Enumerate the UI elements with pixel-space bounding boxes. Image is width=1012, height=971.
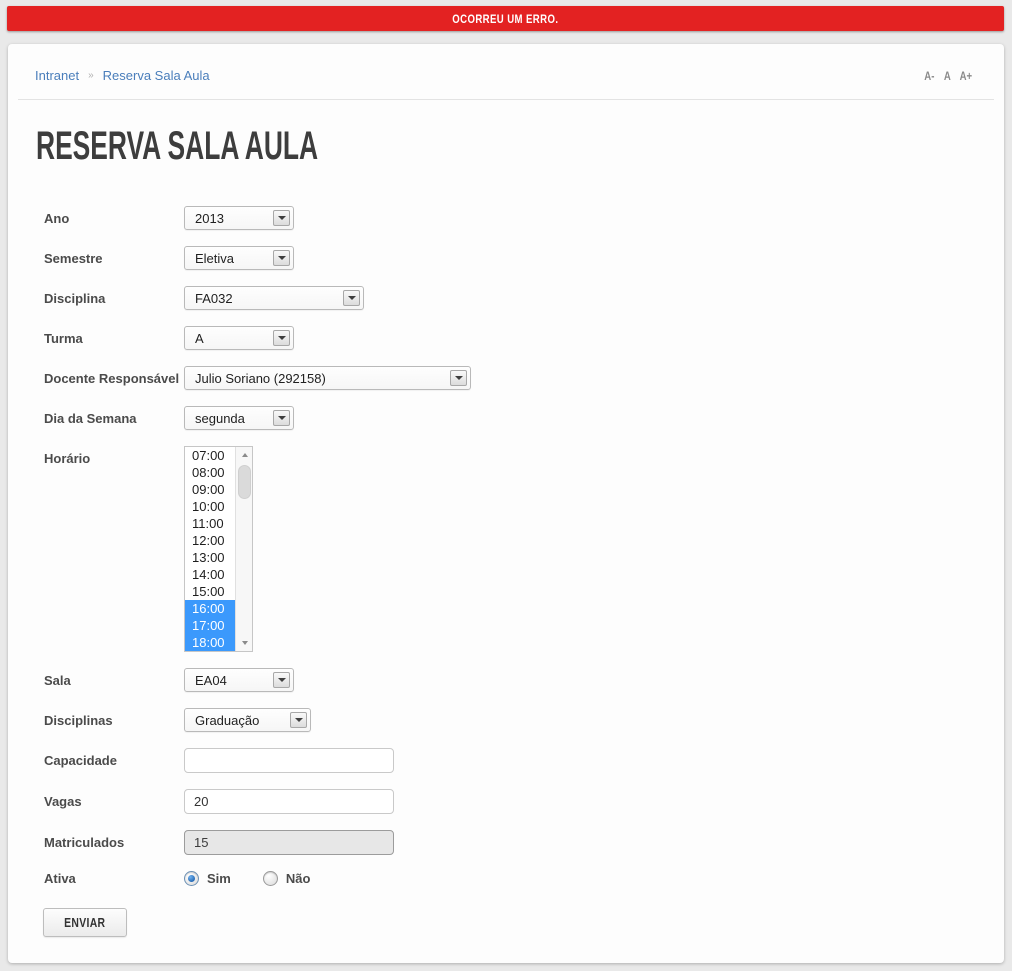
breadcrumb-bar: Intranet » Reserva Sala Aula A- A A+ (8, 44, 1004, 99)
disciplinas-select[interactable]: Graduação (184, 708, 311, 732)
chevron-down-icon (273, 330, 290, 346)
docente-select[interactable]: Julio Soriano (292158) (184, 366, 471, 390)
horario-label: Horário (44, 446, 184, 466)
chevron-down-icon (273, 250, 290, 266)
semestre-select[interactable]: Eletiva (184, 246, 294, 270)
semestre-label: Semestre (44, 251, 184, 266)
chevron-down-icon (343, 290, 360, 306)
field-row-dia-semana: Dia da Semana segunda (36, 406, 1004, 430)
disciplina-label: Disciplina (44, 291, 184, 306)
horario-option[interactable]: 09:00 (185, 481, 235, 498)
chevron-down-icon (290, 712, 307, 728)
horario-option[interactable]: 15:00 (185, 583, 235, 600)
docente-label: Docente Responsável (44, 371, 184, 386)
ativa-nao-label: Não (286, 871, 311, 886)
horario-option-selected[interactable]: 16:00 (185, 600, 235, 617)
main-card: Intranet » Reserva Sala Aula A- A A+ RES… (8, 44, 1004, 963)
vagas-input[interactable] (184, 789, 394, 814)
font-size-controls: A- A A+ (923, 69, 974, 83)
font-larger-button[interactable]: A+ (960, 69, 973, 83)
docente-select-value: Julio Soriano (292158) (195, 371, 326, 386)
ano-select-value: 2013 (195, 211, 224, 226)
horario-option[interactable]: 10:00 (185, 498, 235, 515)
field-row-ano: Ano 2013 (36, 206, 1004, 230)
chevron-down-icon (450, 370, 467, 386)
field-row-matriculados: Matriculados (36, 830, 1004, 855)
reservation-form: Ano 2013 Semestre Eletiva Disciplina FA0… (36, 206, 1004, 937)
ativa-radio-group: Sim Não (184, 871, 334, 886)
sala-label: Sala (44, 673, 184, 688)
horario-option[interactable]: 07:00 (185, 447, 235, 464)
field-row-horario: Horário 07:00 08:00 09:00 10:00 11:00 12… (36, 446, 1004, 652)
ativa-label: Ativa (44, 871, 184, 886)
ativa-sim-radio[interactable] (184, 871, 199, 886)
disciplina-select-value: FA032 (195, 291, 233, 306)
breadcrumb-link-current[interactable]: Reserva Sala Aula (103, 68, 210, 83)
disciplinas-label: Disciplinas (44, 713, 184, 728)
matriculados-label: Matriculados (44, 835, 184, 850)
enviar-button-label: ENVIAR (64, 915, 105, 930)
horario-listbox[interactable]: 07:00 08:00 09:00 10:00 11:00 12:00 13:0… (184, 446, 253, 652)
scrollbar-up-icon[interactable] (236, 447, 253, 463)
horario-scrollbar[interactable] (235, 447, 252, 651)
field-row-docente: Docente Responsável Julio Soriano (29215… (36, 366, 1004, 390)
field-row-vagas: Vagas (36, 789, 1004, 814)
font-smaller-button[interactable]: A- (924, 69, 934, 83)
font-normal-button[interactable]: A (944, 69, 951, 83)
scrollbar-thumb[interactable] (238, 465, 251, 499)
error-banner: OCORREU UM ERRO. (7, 6, 1004, 31)
scrollbar-down-icon[interactable] (236, 635, 253, 651)
field-row-capacidade: Capacidade (36, 748, 1004, 773)
submit-row: ENVIAR (36, 908, 1004, 937)
error-banner-message: OCORREU UM ERRO. (452, 12, 558, 26)
matriculados-input (184, 830, 394, 855)
horario-option-selected[interactable]: 17:00 (185, 617, 235, 634)
ano-select[interactable]: 2013 (184, 206, 294, 230)
disciplina-select[interactable]: FA032 (184, 286, 364, 310)
horario-option[interactable]: 13:00 (185, 549, 235, 566)
capacidade-input[interactable] (184, 748, 394, 773)
enviar-button[interactable]: ENVIAR (43, 908, 127, 937)
horario-option[interactable]: 12:00 (185, 532, 235, 549)
field-row-disciplina: Disciplina FA032 (36, 286, 1004, 310)
dia-semana-label: Dia da Semana (44, 411, 184, 426)
horario-options: 07:00 08:00 09:00 10:00 11:00 12:00 13:0… (185, 447, 235, 651)
breadcrumb-separator-icon: » (88, 70, 94, 81)
field-row-ativa: Ativa Sim Não (36, 871, 1004, 886)
sala-select[interactable]: EA04 (184, 668, 294, 692)
breadcrumb: Intranet » Reserva Sala Aula (35, 68, 210, 83)
capacidade-label: Capacidade (44, 753, 184, 768)
turma-label: Turma (44, 331, 184, 346)
chevron-down-icon (273, 672, 290, 688)
dia-semana-select-value: segunda (195, 411, 245, 426)
ativa-sim-label: Sim (207, 871, 231, 886)
dia-semana-select[interactable]: segunda (184, 406, 294, 430)
breadcrumb-link-intranet[interactable]: Intranet (35, 68, 79, 83)
horario-option-selected[interactable]: 18:00 (185, 634, 235, 651)
semestre-select-value: Eletiva (195, 251, 234, 266)
field-row-disciplinas: Disciplinas Graduação (36, 708, 1004, 732)
page-title: RESERVA SALA AULA (36, 126, 675, 166)
turma-select[interactable]: A (184, 326, 294, 350)
chevron-down-icon (273, 210, 290, 226)
horario-option[interactable]: 08:00 (185, 464, 235, 481)
disciplinas-select-value: Graduação (195, 713, 259, 728)
sala-select-value: EA04 (195, 673, 227, 688)
ano-label: Ano (44, 211, 184, 226)
horario-option[interactable]: 11:00 (185, 515, 235, 532)
ativa-nao-radio[interactable] (263, 871, 278, 886)
field-row-sala: Sala EA04 (36, 668, 1004, 692)
chevron-down-icon (273, 410, 290, 426)
vagas-label: Vagas (44, 794, 184, 809)
field-row-semestre: Semestre Eletiva (36, 246, 1004, 270)
field-row-turma: Turma A (36, 326, 1004, 350)
horario-option[interactable]: 14:00 (185, 566, 235, 583)
turma-select-value: A (195, 331, 204, 346)
